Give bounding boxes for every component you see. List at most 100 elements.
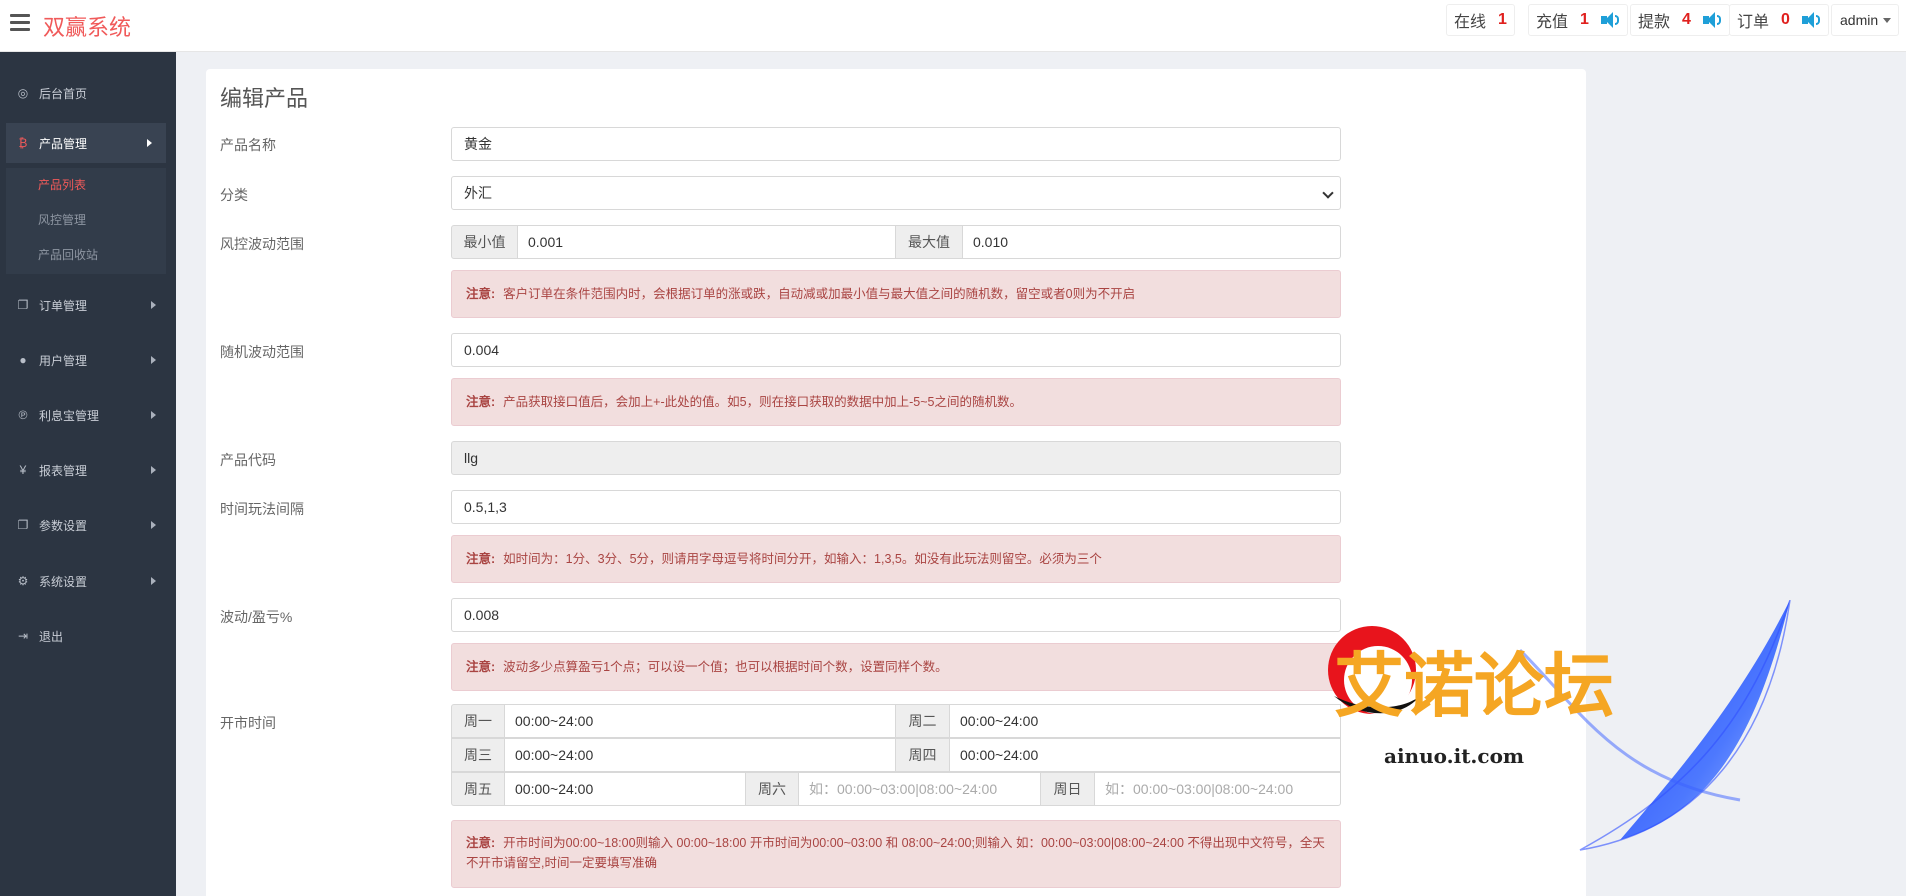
products-submenu: 产品列表 风控管理 产品回收站 xyxy=(6,168,166,274)
note-prefix: 注意: xyxy=(466,287,496,301)
profit-note: 注意: 波动多少点算盈亏1个点；可以设一个值；也可以根据时间个数，设置同样个数。 xyxy=(451,643,1341,691)
sidebar-item-params[interactable]: ❐ 参数设置 xyxy=(0,505,176,545)
sidebar-item-label: 系统设置 xyxy=(39,574,88,589)
product-name-label: 产品名称 xyxy=(220,137,276,153)
sidebar-item-orders[interactable]: ❐ 订单管理 xyxy=(0,285,176,325)
chevron-right-icon xyxy=(151,466,156,474)
user-icon: ● xyxy=(19,353,27,367)
sidebar-item-logout[interactable]: ⇥ 退出 xyxy=(0,616,176,656)
note-text: 客户订单在条件范围内时，会根据订单的涨或跌，自动减或加最小值与最大值之间的随机数… xyxy=(503,287,1136,301)
random-range-input[interactable]: 0.004 xyxy=(451,333,1341,367)
bitcoin-icon: ₿ xyxy=(18,136,28,150)
sidebar-item-label: 订单管理 xyxy=(39,298,88,313)
sidebar-item-label: 用户管理 xyxy=(39,353,88,368)
risk-range-label: 风控波动范围 xyxy=(220,236,304,252)
sidebar-item-label: 产品管理 xyxy=(39,136,88,151)
min-value-input[interactable]: 0.001 xyxy=(517,225,896,259)
product-code-input: llg xyxy=(451,441,1341,475)
menu-toggle-icon[interactable] xyxy=(10,14,30,32)
subnav-product-list[interactable]: 产品列表 xyxy=(6,168,166,203)
speaker-icon[interactable] xyxy=(1600,12,1620,28)
chevron-right-icon xyxy=(147,139,152,147)
market-hours-note: 注意: 开市时间为00:00~18:00则输入 00:00~18:00 开市时间为… xyxy=(451,820,1341,888)
watermark-logo: 艾诺论坛 ainuo.it.com xyxy=(1328,600,1791,851)
category-select[interactable]: 外汇 xyxy=(451,176,1341,210)
note-text: 产品获取接口值后，会加上+-此处的值。如5，则在接口获取的数据中加上-5~5之间… xyxy=(503,395,1022,409)
chevron-right-icon xyxy=(151,411,156,419)
chevron-right-icon xyxy=(151,577,156,585)
page-title: 编辑产品 xyxy=(220,87,309,112)
profit-input[interactable]: 0.008 xyxy=(451,598,1341,632)
sidebar-item-label: 后台首页 xyxy=(39,86,88,101)
sidebar-item-label: 利息宝管理 xyxy=(39,408,100,423)
day-tuesday-addon: 周二 xyxy=(895,704,950,738)
day-sunday-input[interactable]: 如：00:00~03:00|08:00~24:00 xyxy=(1094,772,1341,806)
day-wednesday-addon: 周三 xyxy=(451,738,505,772)
user-menu[interactable]: admin xyxy=(1831,4,1899,36)
day-saturday-input[interactable]: 如：00:00~03:00|08:00~24:00 xyxy=(798,772,1041,806)
chevron-right-icon xyxy=(151,301,156,309)
sidebar-item-products[interactable]: ₿ 产品管理 xyxy=(6,123,166,163)
sidebar-item-interest[interactable]: ℗ 利息宝管理 xyxy=(0,395,176,435)
stat-label: 在线 xyxy=(1454,14,1487,31)
product-name-input[interactable]: 黄金 xyxy=(451,127,1341,161)
stat-recharge[interactable]: 充值 1 xyxy=(1528,4,1628,36)
day-wednesday-input[interactable]: 00:00~24:00 xyxy=(504,738,896,772)
day-friday-input[interactable]: 00:00~24:00 xyxy=(504,772,746,806)
day-thursday-addon: 周四 xyxy=(895,738,950,772)
interval-label: 时间玩法间隔 xyxy=(220,501,304,517)
interval-input[interactable]: 0.5,1,3 xyxy=(451,490,1341,524)
note-text: 波动多少点算盈亏1个点；可以设一个值；也可以根据时间个数，设置同样个数。 xyxy=(503,660,948,674)
speaker-icon[interactable] xyxy=(1702,12,1722,28)
stat-count: 1 xyxy=(1580,11,1589,28)
copy-icon: ❐ xyxy=(17,298,29,312)
sidebar-item-home[interactable]: ◎ 后台首页 xyxy=(0,73,176,113)
stat-label: 充值 xyxy=(1536,14,1569,31)
top-bar: 双赢系统 在线 1 充值 1 提款 4 订单 0 admin xyxy=(0,0,1906,52)
note-text: 注意: 开市时间为00:00~18:00则输入 00:00~18:00 开市时间为… xyxy=(466,833,1326,873)
copy-icon: ❐ xyxy=(17,518,29,532)
max-value-input[interactable]: 0.010 xyxy=(962,225,1341,259)
chevron-right-icon xyxy=(151,521,156,529)
sidebar-item-system[interactable]: ⚙ 系统设置 xyxy=(0,561,176,601)
stat-withdraw[interactable]: 提款 4 xyxy=(1630,4,1730,36)
note-prefix: 注意: xyxy=(466,552,496,566)
stat-online[interactable]: 在线 1 xyxy=(1446,4,1515,36)
chevron-right-icon xyxy=(151,356,156,364)
dashboard-icon: ◎ xyxy=(17,86,29,100)
random-range-note: 注意: 产品获取接口值后，会加上+-此处的值。如5，则在接口获取的数据中加上-5… xyxy=(451,378,1341,426)
market-hours-label: 开市时间 xyxy=(220,715,276,731)
pinterest-icon: ℗ xyxy=(18,408,28,422)
profit-label: 波动/盈亏% xyxy=(220,609,293,625)
subnav-risk-control[interactable]: 风控管理 xyxy=(6,203,166,238)
day-tuesday-input[interactable]: 00:00~24:00 xyxy=(949,704,1341,738)
note-prefix: 注意: xyxy=(466,395,496,409)
stat-orders[interactable]: 订单 0 xyxy=(1729,4,1829,36)
category-selected-value: 外汇 xyxy=(464,185,492,201)
day-monday-addon: 周一 xyxy=(451,704,505,738)
sidebar-item-reports[interactable]: ¥ 报表管理 xyxy=(0,450,176,490)
min-value-addon: 最小值 xyxy=(451,225,518,259)
day-saturday-addon: 周六 xyxy=(745,772,799,806)
wave-shape xyxy=(1620,600,1790,840)
risk-range-note: 注意: 客户订单在条件范围内时，会根据订单的涨或跌，自动减或加最小值与最大值之间… xyxy=(451,270,1341,318)
brand-title[interactable]: 双赢系统 xyxy=(43,10,131,42)
subnav-recycle-bin[interactable]: 产品回收站 xyxy=(6,238,166,273)
sidebar-item-label: 退出 xyxy=(39,629,64,644)
day-sunday-addon: 周日 xyxy=(1040,772,1095,806)
day-thursday-input[interactable]: 00:00~24:00 xyxy=(949,738,1341,772)
random-range-label: 随机波动范围 xyxy=(220,344,304,360)
user-name: admin xyxy=(1840,12,1879,28)
day-monday-input[interactable]: 00:00~24:00 xyxy=(504,704,896,738)
stat-count: 4 xyxy=(1682,11,1691,28)
day-friday-addon: 周五 xyxy=(451,772,505,806)
stat-count: 0 xyxy=(1781,11,1790,28)
cogs-icon: ⚙ xyxy=(17,574,29,588)
sidebar-item-users[interactable]: ● 用户管理 xyxy=(0,340,176,380)
category-label: 分类 xyxy=(220,187,248,203)
max-value-addon: 最大值 xyxy=(895,225,963,259)
speaker-icon[interactable] xyxy=(1801,12,1821,28)
stat-count: 1 xyxy=(1498,11,1507,28)
watermark-url: ainuo.it.com xyxy=(1384,744,1524,768)
stat-label: 提款 xyxy=(1638,14,1671,31)
